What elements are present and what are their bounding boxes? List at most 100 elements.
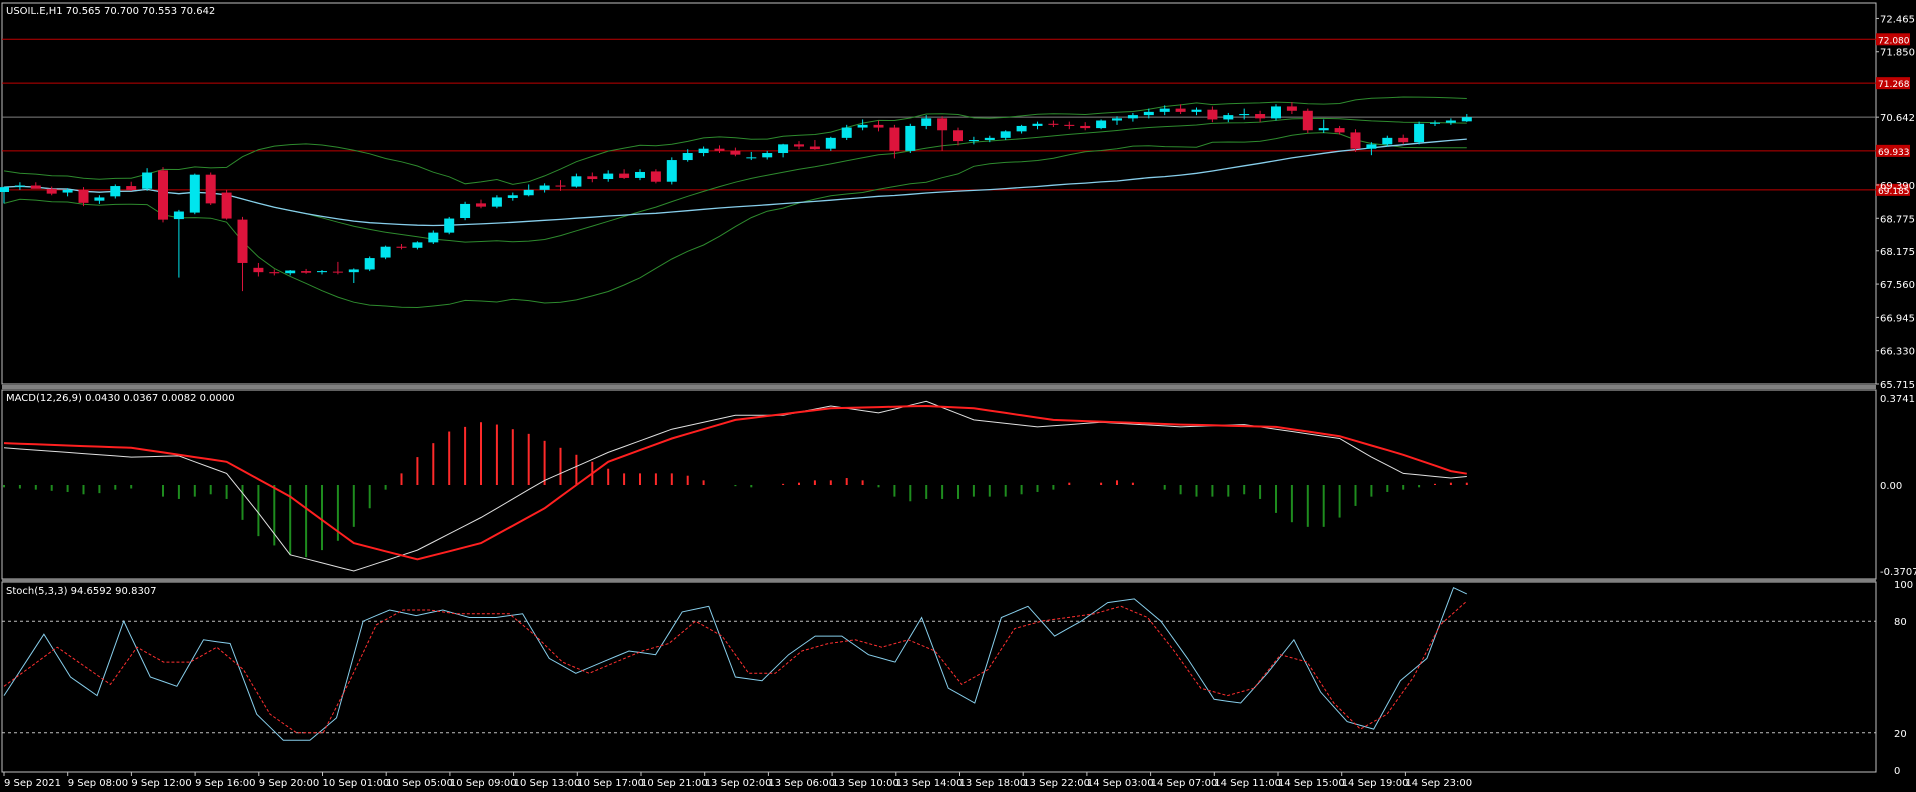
macd-tick-label: 0.00 (1880, 481, 1902, 492)
candle-body (1048, 123, 1059, 125)
price-tick-label: 68.175 (1880, 247, 1915, 258)
candle-body (126, 186, 137, 190)
candle-body (1366, 144, 1377, 149)
price-tick-label: 66.945 (1880, 313, 1915, 324)
candle-body (396, 246, 407, 248)
candle-body (825, 137, 836, 149)
candle (221, 189, 232, 220)
candle-body (173, 211, 184, 220)
candle-body (1000, 131, 1011, 138)
candle-body (189, 174, 200, 213)
candle-body (762, 153, 773, 158)
candle-body (587, 176, 598, 180)
stoch-tick-label: 80 (1894, 617, 1907, 628)
stoch-tick-label: 0 (1894, 766, 1900, 777)
candle-body (491, 197, 502, 207)
candle-body (603, 173, 614, 180)
candle-body (1191, 109, 1202, 112)
candle (444, 216, 455, 235)
candle-body (953, 130, 963, 142)
candle-body (1239, 114, 1250, 116)
candle-body (269, 272, 280, 274)
level-price-tag: 69.933 (1876, 144, 1910, 158)
time-tick-label: 10 Sep 17:00 (577, 778, 644, 789)
candle-body (714, 148, 725, 151)
candle-body (1080, 125, 1091, 129)
panel-divider[interactable] (2, 385, 1876, 389)
candle (460, 201, 471, 221)
candle-body (364, 258, 375, 270)
candle-body (110, 186, 121, 197)
candle (158, 167, 168, 223)
candle-body (539, 185, 550, 190)
candle-body (1223, 115, 1234, 120)
price-tick-label: 72.465 (1880, 14, 1915, 25)
candle-body (1127, 115, 1138, 119)
candle-body (1398, 137, 1409, 143)
candle-body (698, 148, 709, 154)
candle-body (285, 270, 296, 274)
time-tick-label: 9 Sep 16:00 (195, 778, 255, 789)
macd-tick-label: -0.3707 (1880, 567, 1916, 578)
candle (666, 157, 677, 185)
candle-body (682, 153, 693, 161)
candle-body (1302, 110, 1313, 131)
macd-title: MACD(12,26,9) 0.0430 0.0367 0.0082 0.000… (6, 393, 235, 404)
time-tick-label: 9 Sep 12:00 (131, 778, 191, 789)
candle-body (1255, 114, 1266, 119)
candle-body (94, 197, 105, 201)
candle-body (460, 203, 471, 219)
candle (380, 245, 391, 260)
chart-canvas: 72.08071.26869.93369.185 72.46571.85070.… (0, 0, 1916, 792)
panel-divider[interactable] (2, 579, 1876, 582)
candle-body (523, 189, 534, 196)
candle-body (253, 267, 264, 273)
time-tick-label: 14 Sep 15:00 (1278, 778, 1345, 789)
price-tick-label: 67.560 (1880, 280, 1915, 291)
candle-body (46, 188, 57, 194)
time-tick-label: 10 Sep 13:00 (514, 778, 581, 789)
candle (364, 256, 375, 272)
candle-body (889, 127, 900, 151)
stoch-tick-label: 100 (1894, 580, 1913, 591)
candle-body (1445, 120, 1456, 123)
macd-tick-label: 0.3741 (1880, 394, 1915, 405)
candle-body (444, 218, 455, 233)
candle-body (348, 269, 359, 273)
candle-body (1461, 117, 1472, 122)
level-price-tag: 71.268 (1876, 77, 1910, 90)
time-tick-label: 10 Sep 01:00 (323, 778, 390, 789)
candle (1350, 129, 1361, 152)
time-tick-label: 13 Sep 06:00 (768, 778, 835, 789)
candle (1302, 108, 1313, 133)
candle-body (1016, 125, 1027, 132)
level-price-tag: 72.080 (1876, 33, 1910, 46)
candle-body (1159, 108, 1170, 112)
candle-body (158, 170, 168, 220)
candle-body (841, 127, 852, 138)
candle-body (778, 144, 789, 154)
time-tick-label: 14 Sep 03:00 (1087, 778, 1154, 789)
candle-body (857, 124, 868, 128)
candle-body (1382, 137, 1393, 145)
candle-body (62, 189, 73, 193)
candle-body (571, 176, 582, 187)
time-tick-label: 9 Sep 08:00 (68, 778, 128, 789)
price-tick-label: 66.330 (1880, 347, 1915, 358)
price-tick-label: 68.775 (1880, 214, 1915, 225)
candle-body (650, 171, 661, 182)
candle-body (635, 171, 645, 178)
candle-body (1175, 108, 1186, 112)
candle-body (1112, 118, 1122, 121)
candle (1096, 119, 1107, 130)
candle-body (1414, 123, 1425, 143)
candle-body (619, 173, 630, 178)
candle-body (1064, 124, 1075, 126)
price-tick-label: 65.715 (1880, 380, 1915, 391)
time-tick-label: 13 Sep 14:00 (896, 778, 963, 789)
candle-body (301, 271, 312, 273)
level-price-label: 69.933 (1878, 148, 1910, 158)
time-tick-label: 13 Sep 10:00 (832, 778, 899, 789)
candle-body (905, 125, 916, 151)
time-tick-label: 14 Sep 19:00 (1342, 778, 1409, 789)
